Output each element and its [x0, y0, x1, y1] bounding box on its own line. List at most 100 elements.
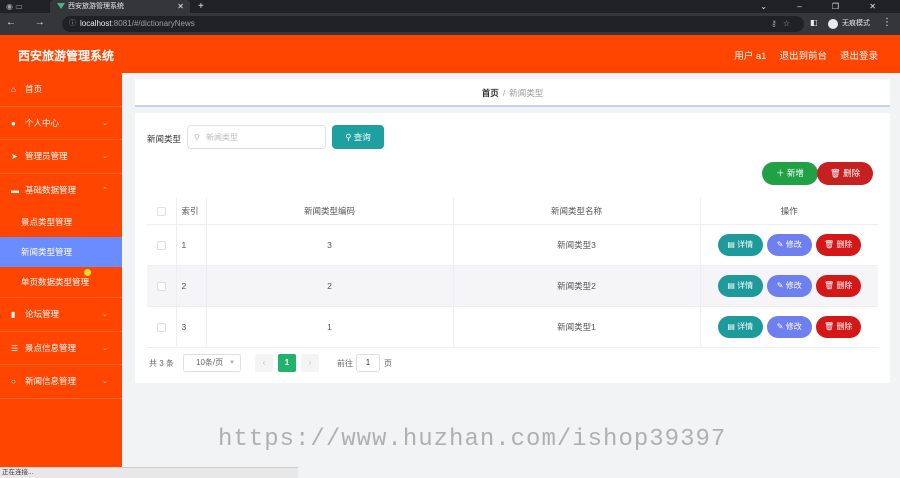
sidebar-item-label: 个人中心 — [25, 117, 60, 128]
delete-label: 删除 — [836, 239, 853, 249]
chart-icon: ▮ — [11, 310, 16, 319]
browser-app-icons[interactable]: ◉ ▭ — [6, 2, 23, 11]
cell-actions: ▤ 详情 ✎ 修改 🗑 删除 — [700, 265, 878, 307]
column-header-actions: 操作 — [700, 198, 878, 225]
new-tab-button[interactable]: + — [198, 0, 204, 13]
goto-unit: 页 — [384, 359, 392, 368]
address-bar[interactable]: ⓘ localhost:8081/#/dictionaryNews ⚷☆ — [62, 16, 804, 32]
app-header: 西安旅游管理系统 用户 a1 退出到前台 退出登录 — [0, 35, 900, 73]
edit-label: 修改 — [785, 280, 802, 290]
current-user: 用户 a1 — [734, 51, 767, 62]
row-checkbox[interactable] — [156, 240, 166, 250]
table-row: 1 3 新闻类型3 ▤ 详情 ✎ 修改 🗑 删除 — [147, 224, 878, 266]
breadcrumb-separator: / — [502, 88, 506, 98]
vue-logo-icon — [57, 3, 65, 9]
delete-button[interactable]: 🗑 删除 — [815, 233, 861, 256]
sidebar-item-label: 景点信息管理 — [25, 342, 77, 353]
detail-label: 详情 — [737, 280, 754, 290]
page-number-button[interactable]: 1 — [278, 354, 296, 372]
sidebar-toggle-icon[interactable]: ◧ — [810, 18, 818, 27]
search-input[interactable] — [187, 125, 326, 149]
browser-tab[interactable]: 西安旅游管理系统 ✕ — [50, 0, 190, 13]
goto-page-input[interactable]: 1 — [356, 354, 380, 372]
detail-button[interactable]: ▤ 详情 — [717, 315, 763, 338]
cell-code: 3 — [206, 224, 454, 266]
table-row: 2 2 新闻类型2 ▤ 详情 ✎ 修改 🗑 删除 — [147, 265, 878, 307]
prev-page-button[interactable]: ‹ — [255, 354, 273, 372]
close-tab-icon[interactable]: ✕ — [177, 0, 184, 13]
detail-button[interactable]: ▤ 详情 — [717, 233, 763, 256]
omnibox-actions[interactable]: ⚷☆ — [771, 16, 796, 32]
row-check-cell — [147, 224, 177, 266]
edit-button[interactable]: ✎ 修改 — [766, 315, 812, 338]
cell-actions: ▤ 详情 ✎ 修改 🗑 删除 — [700, 306, 878, 348]
cell-actions: ▤ 详情 ✎ 修改 🗑 删除 — [700, 224, 878, 266]
add-button-label: 新增 — [786, 168, 804, 178]
breadcrumb-home[interactable]: 首页 — [482, 88, 499, 98]
search-label: 新闻类型 — [147, 134, 182, 144]
cell-code: 2 — [206, 265, 454, 307]
chevron-down-icon: ⌄ — [102, 119, 108, 127]
chevron-down-icon: ▼ — [229, 360, 235, 366]
sidebar-item-profile[interactable]: ● 个人中心 ⌄ — [0, 107, 122, 140]
batch-delete-button[interactable]: 🗑 删除 — [817, 162, 873, 185]
edit-label: 修改 — [785, 239, 802, 249]
browser-status-bar: 正在连接... — [0, 467, 298, 478]
search-icon: ⚲ — [194, 133, 200, 142]
window-controls[interactable]: ⌄ – ❐ ✕ — [760, 0, 890, 13]
app-title: 西安旅游管理系统 — [18, 49, 115, 63]
header-actions: 用户 a1 退出到前台 退出登录 — [734, 48, 878, 62]
column-header-index: 索引 — [176, 198, 207, 225]
incognito-icon — [828, 19, 838, 29]
chevron-down-icon: ⌄ — [102, 153, 108, 160]
exit-to-front-link[interactable]: 退出到前台 — [779, 48, 827, 62]
info-circle-icon: ○ — [11, 377, 16, 386]
sidebar-subitem-page-data-type[interactable]: 单页数据类型管理 — [0, 267, 122, 298]
send-icon: ➤ — [11, 152, 18, 161]
sidebar-item-label: 新闻信息管理 — [25, 376, 77, 386]
main-panel: 新闻类型 ⚲ ⚲ 查询 ＋ 新增 🗑 删除 索引 新闻类型编码 新闻类型名称 操… — [135, 113, 890, 383]
detail-label: 详情 — [737, 239, 754, 249]
incognito-badge[interactable]: 无痕模式 — [826, 17, 870, 31]
select-all-cell — [147, 198, 177, 225]
sidebar-item-home[interactable]: ⌂ 首页 — [0, 73, 122, 107]
sidebar-subitem-news-type[interactable]: 新闻类型管理 — [0, 237, 122, 267]
edit-label: 修改 — [785, 321, 802, 331]
delete-label: 删除 — [836, 280, 853, 290]
row-checkbox[interactable] — [156, 281, 166, 291]
edit-button[interactable]: ✎ 修改 — [766, 274, 812, 297]
sidebar-item-scenic-info[interactable]: ☰ 景点信息管理 ⌄ — [0, 332, 122, 365]
add-button[interactable]: ＋ 新增 — [762, 162, 818, 185]
edit-button[interactable]: ✎ 修改 — [766, 233, 812, 256]
query-button-label: 查询 — [353, 132, 371, 142]
select-all-checkbox[interactable] — [156, 206, 166, 216]
url-host: localhost — [80, 19, 112, 28]
user-icon: ● — [11, 118, 16, 128]
batch-delete-label: 删除 — [843, 168, 861, 178]
cell-code: 1 — [206, 306, 454, 348]
delete-button[interactable]: 🗑 删除 — [815, 274, 861, 297]
info-icon[interactable]: ⓘ — [69, 16, 76, 32]
detail-button[interactable]: ▤ 详情 — [717, 274, 763, 297]
sidebar-item-admin[interactable]: ➤ 管理员管理 ⌄ — [0, 140, 122, 174]
sidebar-item-label: 首页 — [25, 84, 43, 94]
cell-index: 3 — [176, 306, 207, 348]
sidebar-item-news-info[interactable]: ○ 新闻信息管理 ⌄ — [0, 365, 122, 399]
pagination-total: 共 3 条 — [149, 359, 174, 368]
sidebar-item-basic-data[interactable]: ▬ 基础数据管理 ⌃ — [0, 174, 122, 208]
sidebar-item-label: 管理员管理 — [25, 151, 68, 161]
cell-index: 1 — [176, 224, 207, 266]
table-row: 3 1 新闻类型1 ▤ 详情 ✎ 修改 🗑 删除 — [147, 306, 878, 348]
browser-menu-icon[interactable]: ⋮ — [882, 17, 892, 28]
sidebar-item-forum[interactable]: ▮ 论坛管理 ⌄ — [0, 298, 122, 332]
query-button[interactable]: ⚲ 查询 — [332, 125, 384, 149]
news-type-table: 索引 新闻类型编码 新闻类型名称 操作 1 3 新闻类型3 ▤ 详情 ✎ 修改 🗑 … — [147, 198, 878, 348]
page-size-select[interactable]: 10条/页 ▼ — [183, 354, 241, 372]
row-checkbox[interactable] — [156, 322, 166, 332]
sidebar-subitem-scenic-type[interactable]: 景点类型管理 — [0, 207, 122, 237]
home-icon: ⌂ — [11, 85, 16, 94]
delete-button[interactable]: 🗑 删除 — [815, 315, 861, 338]
next-page-button[interactable]: › — [301, 354, 319, 372]
sidebar-item-label: 基础数据管理 — [25, 184, 77, 195]
logout-link[interactable]: 退出登录 — [840, 48, 878, 62]
